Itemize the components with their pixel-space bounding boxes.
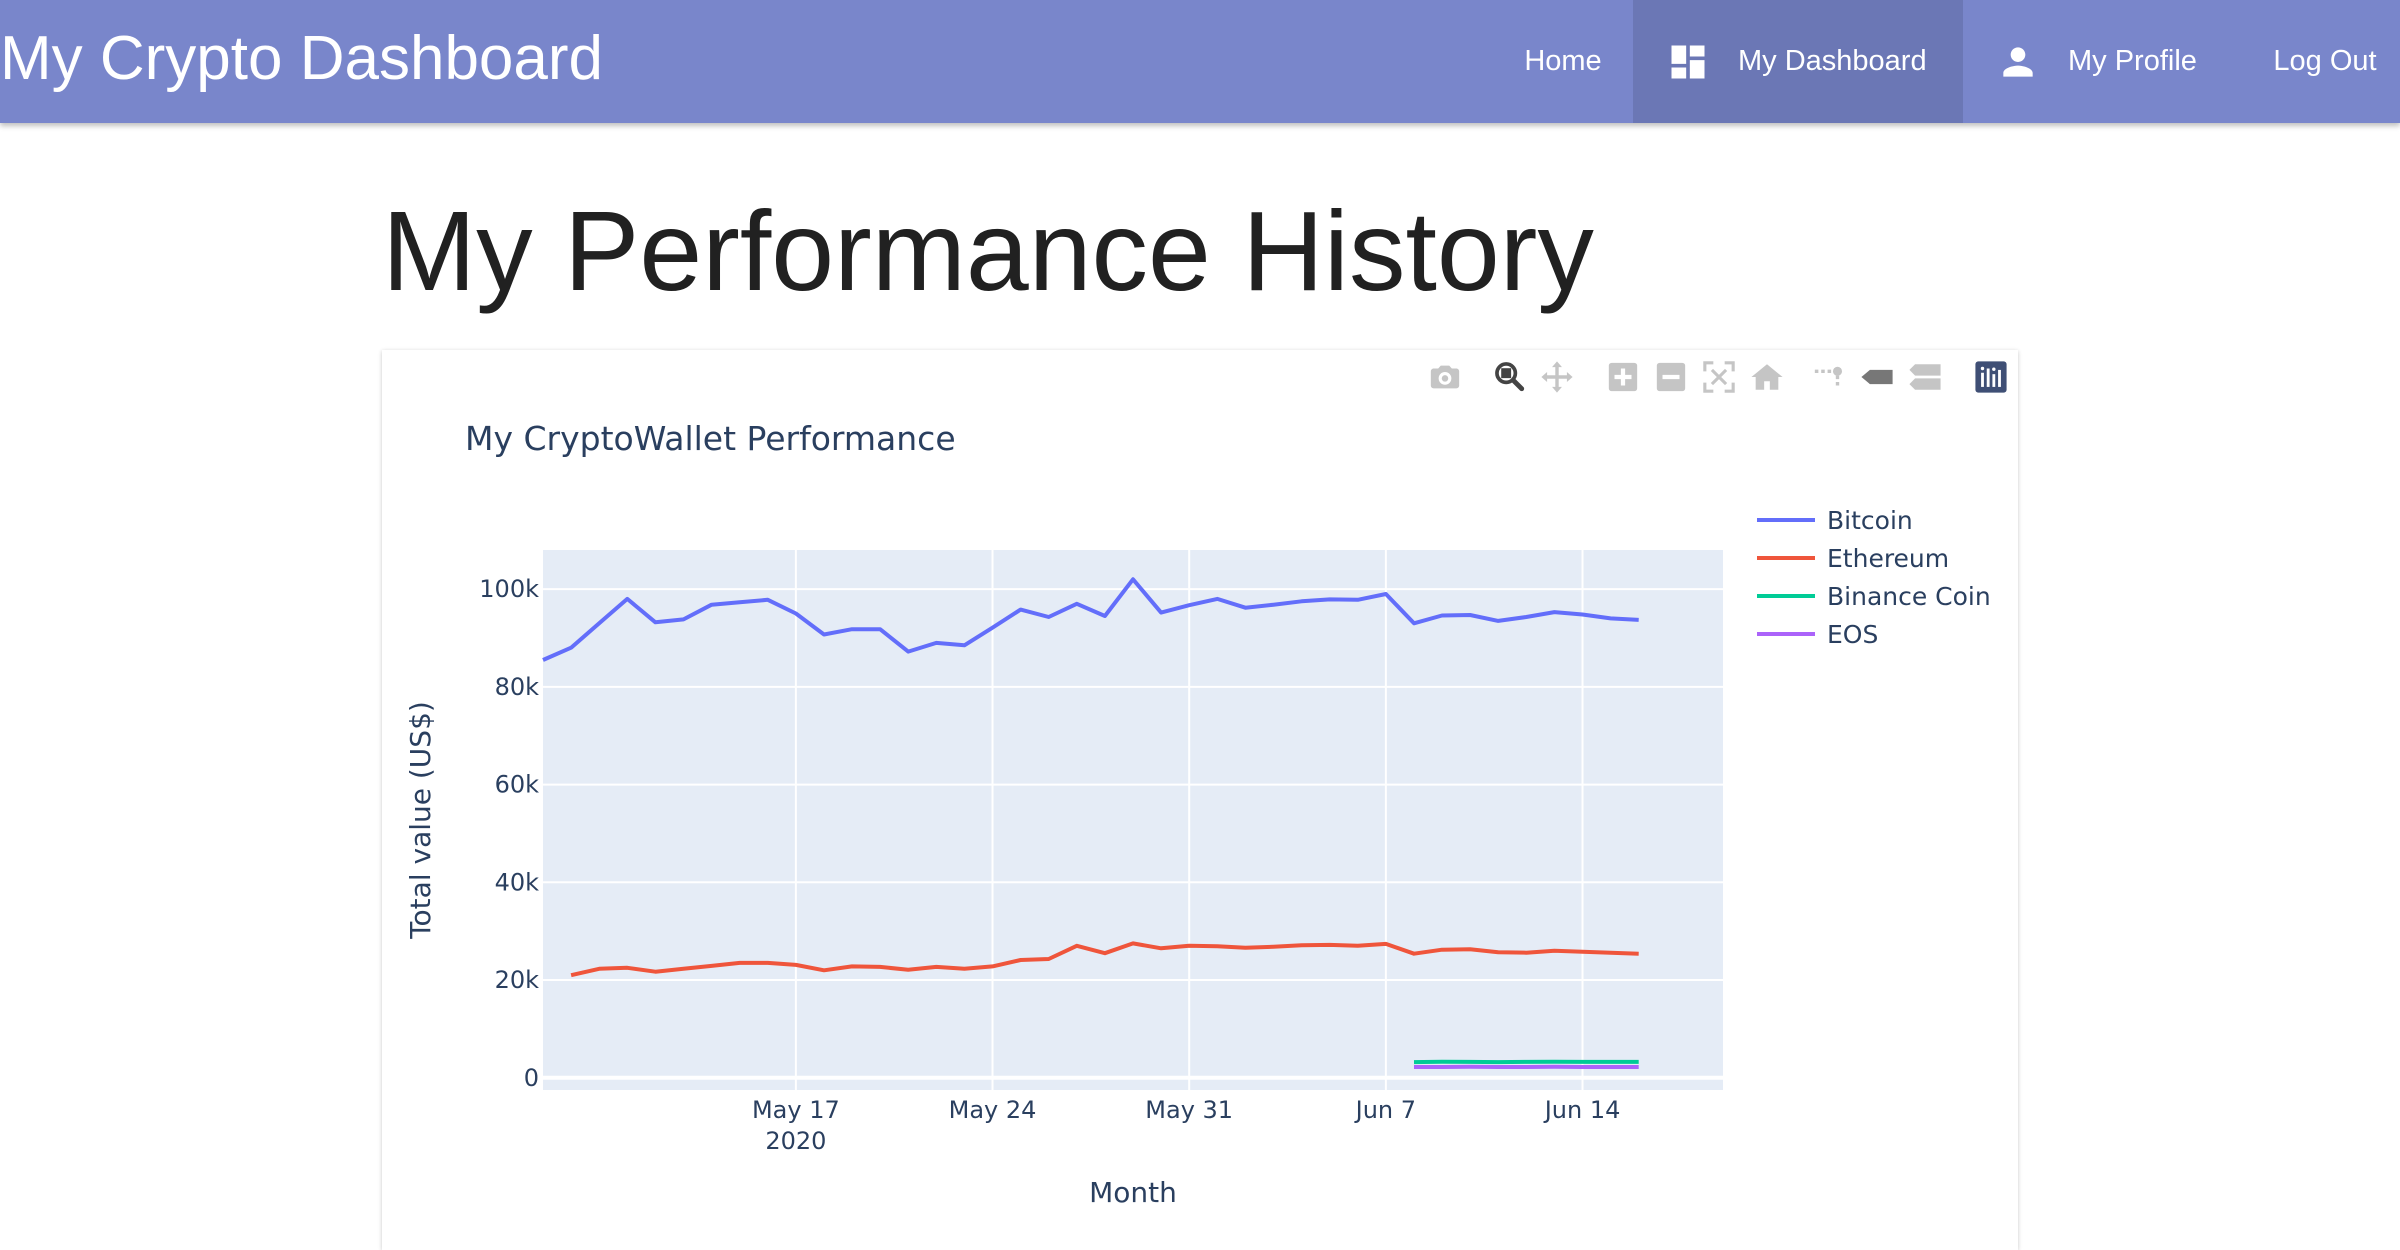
nav-logout-link[interactable]: Log Out	[2250, 0, 2400, 123]
y-tick-label: 0	[524, 1064, 539, 1092]
nav-logout-label: Log Out	[2273, 45, 2376, 78]
nav-home-label: Home	[1524, 45, 1601, 78]
chart-card: My CryptoWallet Performance 0 20k 40k 60k 80…	[382, 350, 2018, 1250]
y-tick-label: 40k	[495, 868, 540, 896]
page-title: My Performance History	[382, 176, 1594, 326]
x-tick-label: May 17	[752, 1096, 840, 1124]
x-axis-label: Month	[1089, 1176, 1177, 1209]
person-icon	[1996, 40, 2040, 84]
nav-dashboard-link[interactable]: My Dashboard	[1633, 0, 1963, 123]
performance-chart[interactable]: My CryptoWallet Performance 0 20k 40k 60k 80…	[382, 350, 2018, 1250]
x-tick-label: Jun 7	[1354, 1096, 1416, 1124]
legend-label[interactable]: Binance Coin	[1827, 582, 1991, 611]
nav-profile-label: My Profile	[2068, 45, 2197, 78]
chart-title: My CryptoWallet Performance	[465, 419, 956, 458]
nav-profile-link[interactable]: My Profile	[1996, 0, 2236, 123]
nav-dashboard-label: My Dashboard	[1738, 45, 1927, 78]
y-tick-label: 80k	[495, 673, 540, 701]
dashboard-icon	[1666, 40, 1710, 84]
legend-label[interactable]: EOS	[1827, 620, 1878, 649]
x-tick-label: May 24	[949, 1096, 1037, 1124]
y-axis-label: Total value (US$)	[404, 701, 437, 940]
x-tick-label: Jun 14	[1543, 1096, 1621, 1124]
nav-home-link[interactable]: Home	[1484, 0, 1642, 123]
x-tick-sublabel: 2020	[765, 1127, 826, 1155]
x-tick-label: May 31	[1145, 1096, 1233, 1124]
app-title[interactable]: My Crypto Dashboard	[0, 0, 603, 120]
y-tick-label: 100k	[479, 575, 539, 603]
plot-area[interactable]	[543, 550, 1723, 1090]
y-tick-label: 60k	[495, 771, 540, 799]
app-bar: My Crypto Dashboard Home My Dashboard My…	[0, 0, 2400, 123]
legend: Bitcoin Ethereum Binance Coin EOS	[1757, 506, 1991, 649]
legend-label[interactable]: Bitcoin	[1827, 506, 1913, 535]
legend-label[interactable]: Ethereum	[1827, 544, 1949, 573]
y-tick-label: 20k	[495, 966, 540, 994]
